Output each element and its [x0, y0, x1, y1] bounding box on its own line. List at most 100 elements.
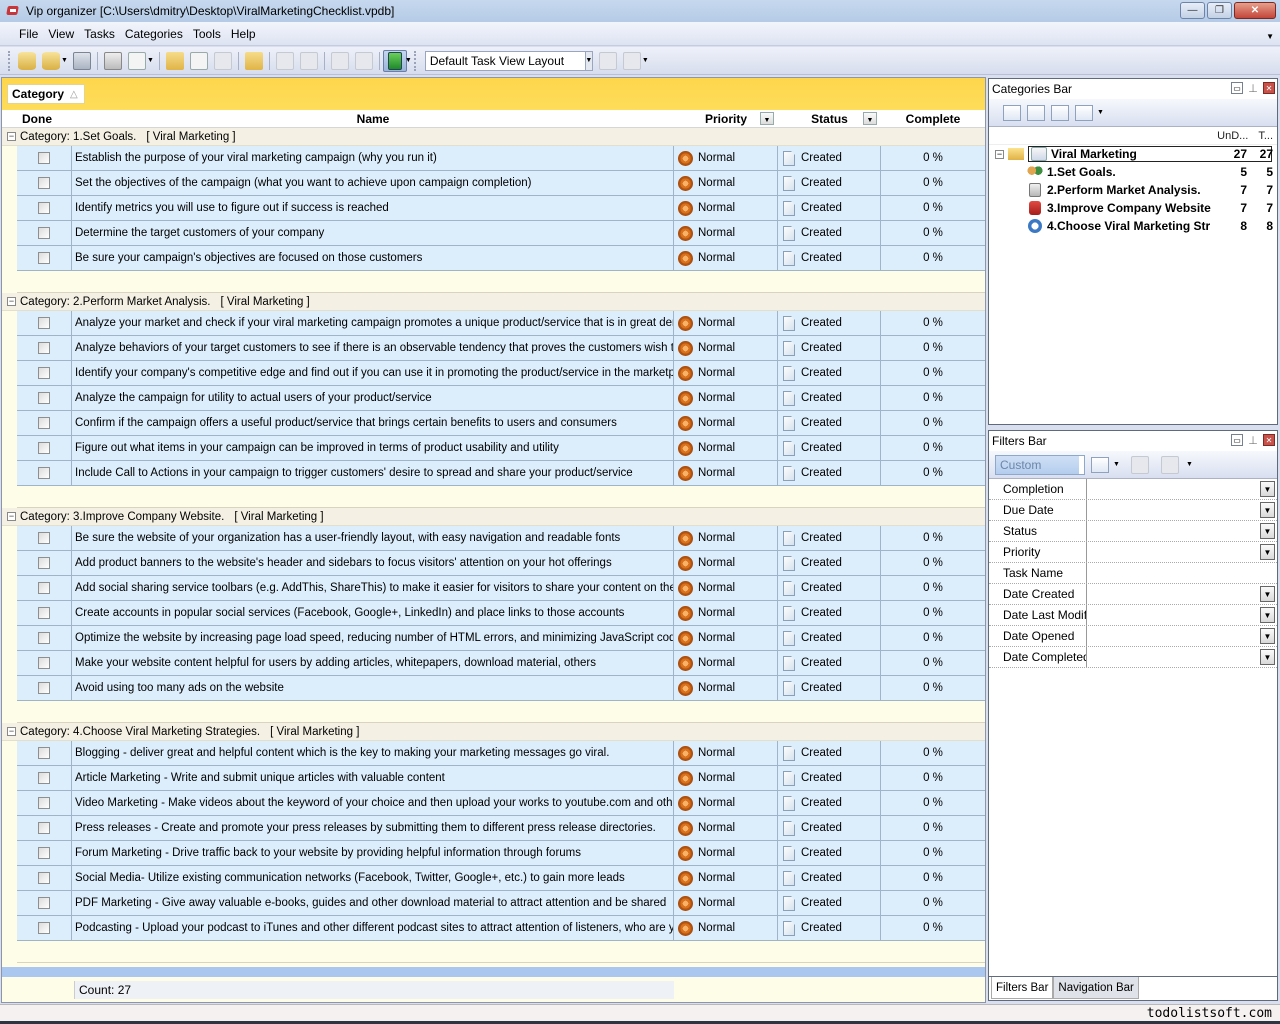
priority-cell[interactable]: Normal — [674, 551, 778, 575]
done-checkbox[interactable] — [38, 582, 50, 594]
complete-cell[interactable]: 0 % — [881, 526, 985, 550]
priority-cell[interactable]: Normal — [674, 626, 778, 650]
priority-cell[interactable]: Normal — [674, 361, 778, 385]
status-cell[interactable]: Created — [778, 891, 881, 915]
task-name[interactable]: Identify metrics you will use to figure … — [72, 196, 674, 220]
pin-icon[interactable]: ⊥ — [1247, 434, 1259, 447]
complete-cell[interactable]: 0 % — [881, 411, 985, 435]
layout-dropdown-icon[interactable]: ▼ — [642, 57, 649, 64]
task-row[interactable]: Make your website content helpful for us… — [17, 651, 985, 676]
close-button[interactable]: ✕ — [1234, 2, 1276, 19]
task-row[interactable]: Add social sharing service toolbars (e.g… — [17, 576, 985, 601]
task-row[interactable]: Create accounts in popular social servic… — [17, 601, 985, 626]
task-row[interactable]: Blogging - deliver great and helpful con… — [17, 741, 985, 766]
new-task-icon[interactable] — [165, 51, 184, 70]
category-tree-item[interactable]: 3.Improve Company Website 7 7 — [989, 199, 1277, 217]
collapse-icon[interactable]: − — [7, 512, 16, 521]
complete-cell[interactable]: 0 % — [881, 891, 985, 915]
priority-cell[interactable]: Normal — [674, 221, 778, 245]
status-cell[interactable]: Created — [778, 311, 881, 335]
task-name[interactable]: Social Media- Utilize existing communica… — [72, 866, 674, 890]
task-row[interactable]: Identify metrics you will use to figure … — [17, 196, 985, 221]
float-panel-icon[interactable]: ▭ — [1231, 82, 1243, 94]
done-checkbox[interactable] — [38, 847, 50, 859]
priority-cell[interactable]: Normal — [674, 411, 778, 435]
complete-cell[interactable]: 0 % — [881, 766, 985, 790]
done-checkbox[interactable] — [38, 342, 50, 354]
filters-more-icon[interactable]: ▼ — [1186, 461, 1193, 468]
done-checkbox[interactable] — [38, 897, 50, 909]
column-priority[interactable]: Priority ▼ — [674, 110, 778, 127]
open-database-icon[interactable] — [42, 51, 60, 70]
done-checkbox[interactable] — [38, 747, 50, 759]
complete-cell[interactable]: 0 % — [881, 916, 985, 940]
task-name[interactable]: Avoid using too many ads on the website — [72, 676, 674, 700]
status-cell[interactable]: Created — [778, 146, 881, 170]
status-cell[interactable]: Created — [778, 766, 881, 790]
task-name[interactable]: Set the objectives of the campaign (what… — [72, 171, 674, 195]
category-tree-item[interactable]: 2.Perform Market Analysis. 7 7 — [989, 181, 1277, 199]
collapse-icon[interactable]: − — [7, 132, 16, 141]
complete-cell[interactable]: 0 % — [881, 651, 985, 675]
column-name[interactable]: Name — [72, 110, 674, 127]
status-cell[interactable]: Created — [778, 336, 881, 360]
task-row[interactable]: Determine the target customers of your c… — [17, 221, 985, 246]
menu-tasks[interactable]: Tasks — [79, 27, 120, 41]
collapse-icon[interactable]: − — [7, 297, 16, 306]
priority-cell[interactable]: Normal — [674, 676, 778, 700]
complete-cell[interactable]: 0 % — [881, 146, 985, 170]
print-preview-icon[interactable] — [127, 51, 146, 70]
task-row[interactable]: Avoid using too many ads on the website N… — [17, 676, 985, 701]
edit-task-icon[interactable] — [189, 51, 208, 70]
menu-categories[interactable]: Categories — [120, 27, 188, 41]
toolbar-grip[interactable] — [8, 50, 11, 71]
task-name[interactable]: Forum Marketing - Drive traffic back to … — [72, 841, 674, 865]
priority-cell[interactable]: Normal — [674, 576, 778, 600]
complete-cell[interactable]: 0 % — [881, 361, 985, 385]
filter-value[interactable]: ▼ — [1087, 500, 1277, 520]
status-cell[interactable]: Created — [778, 626, 881, 650]
column-status[interactable]: Status ▼ — [778, 110, 881, 127]
task-row[interactable]: Include Call to Actions in your campaign… — [17, 461, 985, 486]
print-icon[interactable] — [103, 51, 122, 70]
complete-cell[interactable]: 0 % — [881, 461, 985, 485]
categories-dropdown-icon[interactable]: ▼ — [1097, 109, 1104, 116]
priority-cell[interactable]: Normal — [674, 816, 778, 840]
priority-cell[interactable]: Normal — [674, 766, 778, 790]
done-checkbox[interactable] — [38, 657, 50, 669]
collapse-icon[interactable]: − — [995, 149, 1004, 159]
restore-button[interactable]: ❐ — [1207, 2, 1232, 19]
status-cell[interactable]: Created — [778, 676, 881, 700]
status-cell[interactable]: Created — [778, 791, 881, 815]
flag-button[interactable] — [382, 49, 407, 72]
chevron-down-icon[interactable]: ▼ — [1260, 523, 1275, 539]
status-cell[interactable]: Created — [778, 196, 881, 220]
chevron-down-icon[interactable]: ▼ — [1260, 481, 1275, 497]
column-complete[interactable]: Complete — [881, 110, 985, 127]
priority-cell[interactable]: Normal — [674, 651, 778, 675]
done-checkbox[interactable] — [38, 632, 50, 644]
complete-cell[interactable]: 0 % — [881, 601, 985, 625]
eraser-icon[interactable] — [1130, 455, 1149, 474]
status-cell[interactable]: Created — [778, 526, 881, 550]
done-checkbox[interactable] — [38, 682, 50, 694]
priority-cell[interactable]: Normal — [674, 866, 778, 890]
task-name[interactable]: Create accounts in popular social servic… — [72, 601, 674, 625]
task-name[interactable]: Analyze behaviors of your target custome… — [72, 336, 674, 360]
status-cell[interactable]: Created — [778, 576, 881, 600]
complete-cell[interactable]: 0 % — [881, 841, 985, 865]
minimize-button[interactable]: — — [1180, 2, 1205, 19]
done-checkbox[interactable] — [38, 317, 50, 329]
status-cell[interactable]: Created — [778, 171, 881, 195]
status-cell[interactable]: Created — [778, 221, 881, 245]
complete-cell[interactable]: 0 % — [881, 551, 985, 575]
category-tree-item[interactable]: 4.Choose Viral Marketing Str 8 8 — [989, 217, 1277, 235]
complete-cell[interactable]: 0 % — [881, 311, 985, 335]
status-cell[interactable]: Created — [778, 841, 881, 865]
status-cell[interactable]: Created — [778, 361, 881, 385]
move-down-icon[interactable] — [275, 51, 294, 70]
move-bottom-icon[interactable] — [330, 51, 349, 70]
priority-cell[interactable]: Normal — [674, 916, 778, 940]
add-subcategory-icon[interactable] — [1027, 104, 1045, 121]
priority-cell[interactable]: Normal — [674, 246, 778, 270]
